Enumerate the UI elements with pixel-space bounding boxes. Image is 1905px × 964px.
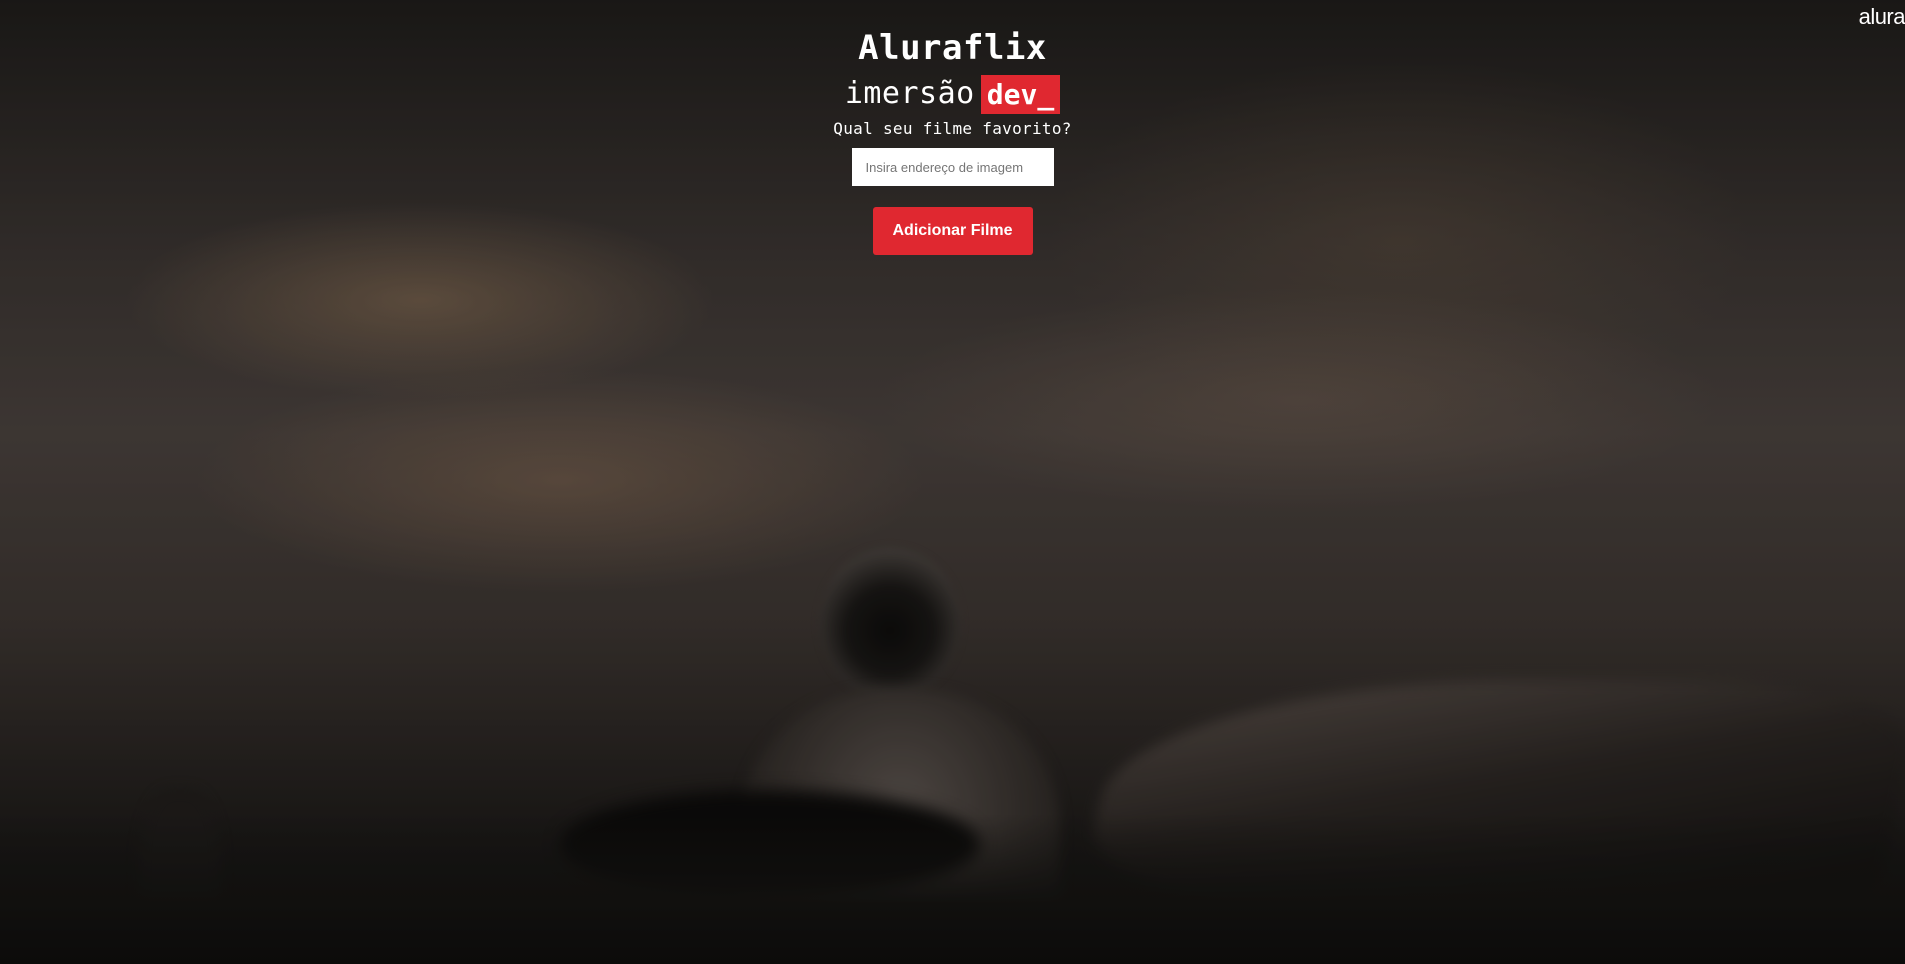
subtitle-tag: dev_ bbox=[980, 74, 1061, 114]
subtitle: imersão dev_ bbox=[844, 74, 1061, 114]
app-title: Aluraflix bbox=[858, 28, 1047, 68]
question-label: Qual seu filme favorito? bbox=[833, 119, 1072, 138]
subtitle-word: imersão bbox=[844, 76, 975, 111]
add-movie-button[interactable]: Adicionar Filme bbox=[872, 207, 1033, 255]
image-url-input[interactable] bbox=[851, 148, 1054, 186]
main-content: Aluraflix imersão dev_ Qual seu filme fa… bbox=[0, 0, 1905, 255]
